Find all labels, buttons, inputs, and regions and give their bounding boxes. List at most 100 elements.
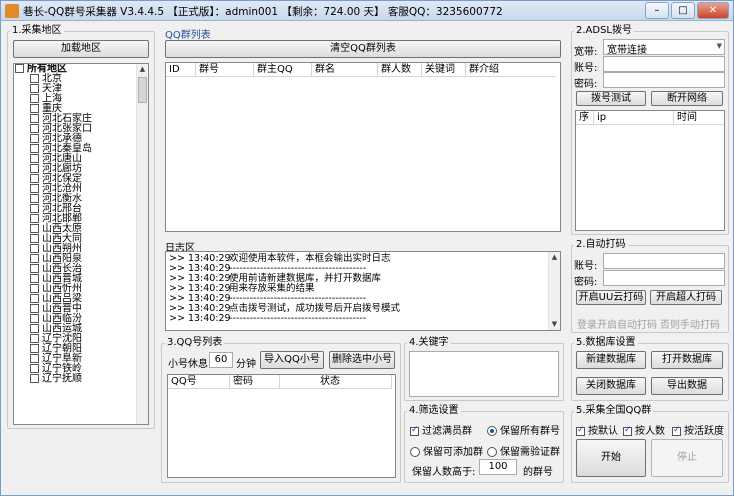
checkbox-icon[interactable] [30,364,39,373]
qq-group-table[interactable]: ID 群号 群主QQ 群名 群人数 关键词 群介绍 [165,62,561,232]
checkbox-icon[interactable] [30,344,39,353]
log-scrollbar[interactable]: ▲ ▼ [548,252,560,330]
rest-minutes-input[interactable]: 60 [209,352,233,368]
disconnect-button[interactable]: 断开网络 [651,91,723,106]
min-members-input[interactable]: 100 [479,459,517,475]
checkbox-icon[interactable] [30,134,39,143]
checkbox-icon[interactable] [30,294,39,303]
keep-joinable-radio[interactable]: 保留可添加群 [410,443,483,458]
tree-item-region[interactable]: 河北承德 [14,134,148,144]
tree-item-region[interactable]: 河北保定 [14,174,148,184]
adsl-ip-table[interactable]: 序 ip 时间 [575,110,725,231]
keywords-input[interactable] [409,351,559,397]
tree-item-region[interactable]: 河北沧州 [14,184,148,194]
scroll-up-icon[interactable]: ▲ [549,252,560,263]
checkbox-icon[interactable] [30,284,39,293]
tree-item-region[interactable]: 河北邯郸 [14,214,148,224]
tree-item-region[interactable]: 辽宁抚顺 [14,374,148,384]
tree-item-region[interactable]: 山西临汾 [14,314,148,324]
checkbox-icon[interactable] [410,425,419,436]
tree-item-region[interactable]: 河北石家庄 [14,114,148,124]
tree-item-region[interactable]: 上海 [14,94,148,104]
tree-item-region[interactable]: 辽宁铁岭 [14,364,148,374]
column-header[interactable]: 序 [576,111,594,125]
tree-item-region[interactable]: 山西晋城 [14,274,148,284]
checkbox-icon[interactable] [30,354,39,363]
tree-item-region[interactable]: 山西运城 [14,324,148,334]
column-header[interactable]: 状态 [280,375,392,389]
checkbox-icon[interactable] [30,154,39,163]
tree-item-region[interactable]: 辽宁阜新 [14,354,148,364]
column-header[interactable]: 群名 [312,63,378,77]
column-header[interactable]: 群主QQ [254,63,312,77]
radio-icon[interactable] [410,447,420,457]
stop-button[interactable]: 停止 [651,439,723,477]
checkbox-icon[interactable] [30,194,39,203]
column-header[interactable]: 群号 [196,63,254,77]
checkbox-icon[interactable] [30,334,39,343]
tree-item-region[interactable]: 山西晋中 [14,304,148,314]
load-region-button[interactable]: 加载地区 [13,40,149,58]
checkbox-icon[interactable] [30,84,39,93]
tree-item-region[interactable]: 北京 [14,74,148,84]
scroll-up-icon[interactable]: ▲ [137,64,148,75]
checkbox-icon[interactable] [30,224,39,233]
keep-all-radio[interactable]: 保留所有群号 [487,422,560,437]
tree-item-region[interactable]: 河北衡水 [14,194,148,204]
tree-item-region[interactable]: 天津 [14,84,148,94]
adsl-account-input[interactable] [603,56,725,72]
checkbox-icon[interactable] [30,174,39,183]
checkbox-icon[interactable] [30,74,39,83]
dial-test-button[interactable]: 拨号测试 [576,91,646,106]
by-default-checkbox[interactable]: 按默认 [576,422,618,437]
tree-item-region[interactable]: 山西大同 [14,234,148,244]
tree-item-region[interactable]: 山西朔州 [14,244,148,254]
tree-root-all-regions[interactable]: 所有地区 [14,64,148,74]
scroll-down-icon[interactable]: ▼ [549,319,560,330]
log-area[interactable]: >> 13:40:29欢迎使用本软件，本框会输出实时日志 >> 13:40:29-… [165,251,561,331]
chevron-down-icon[interactable]: ▼ [717,42,722,50]
tree-item-region[interactable]: 山西长治 [14,264,148,274]
column-header[interactable]: 群人数 [378,63,422,77]
column-header[interactable]: 群介绍 [466,63,556,77]
checkbox-icon[interactable] [30,374,39,383]
tree-item-region[interactable]: 河北秦皇岛 [14,144,148,154]
adsl-password-input[interactable] [603,72,725,88]
checkbox-icon[interactable] [623,425,632,436]
checkbox-icon[interactable] [30,264,39,273]
checkbox-icon[interactable] [30,304,39,313]
delete-selected-button[interactable]: 删除选中小号 [329,351,395,369]
new-database-button[interactable]: 新建数据库 [576,351,646,369]
checkbox-icon[interactable] [30,104,39,113]
checkbox-icon[interactable] [30,124,39,133]
uu-captcha-button[interactable]: 开启UU云打码 [576,290,646,305]
checkbox-icon[interactable] [30,314,39,323]
checkbox-icon[interactable] [30,274,39,283]
column-header[interactable]: QQ号 [168,375,230,389]
tree-item-region[interactable]: 重庆 [14,104,148,114]
checkbox-icon[interactable] [30,214,39,223]
column-header[interactable]: 关键词 [422,63,466,77]
maximize-icon[interactable]: □ [671,2,695,19]
close-database-button[interactable]: 关闭数据库 [576,377,646,395]
start-button[interactable]: 开始 [576,439,646,477]
tree-item-region[interactable]: 河北唐山 [14,154,148,164]
region-scrollbar[interactable]: ▲ [136,64,148,424]
keep-verify-radio[interactable]: 保留需验证群 [487,443,560,458]
checkbox-icon[interactable] [30,244,39,253]
filter-full-checkbox[interactable]: 过滤满员群 [410,422,472,437]
tree-item-region[interactable]: 辽宁沈阳 [14,334,148,344]
checkbox-icon[interactable] [30,184,39,193]
tree-item-region[interactable]: 辽宁朝阳 [14,344,148,354]
tree-item-region[interactable]: 河北张家口 [14,124,148,134]
checkbox-icon[interactable] [30,324,39,333]
column-header[interactable]: 时间 [674,111,724,125]
column-header[interactable]: ID [166,63,196,77]
column-header[interactable]: 密码 [230,375,280,389]
checkbox-icon[interactable] [672,425,681,436]
tree-item-region[interactable]: 河北邢台 [14,204,148,214]
checkbox-icon[interactable] [576,425,585,436]
minimize-icon[interactable]: – [645,2,669,19]
tree-item-region[interactable]: 山西太原 [14,224,148,234]
checkbox-icon[interactable] [15,64,24,73]
